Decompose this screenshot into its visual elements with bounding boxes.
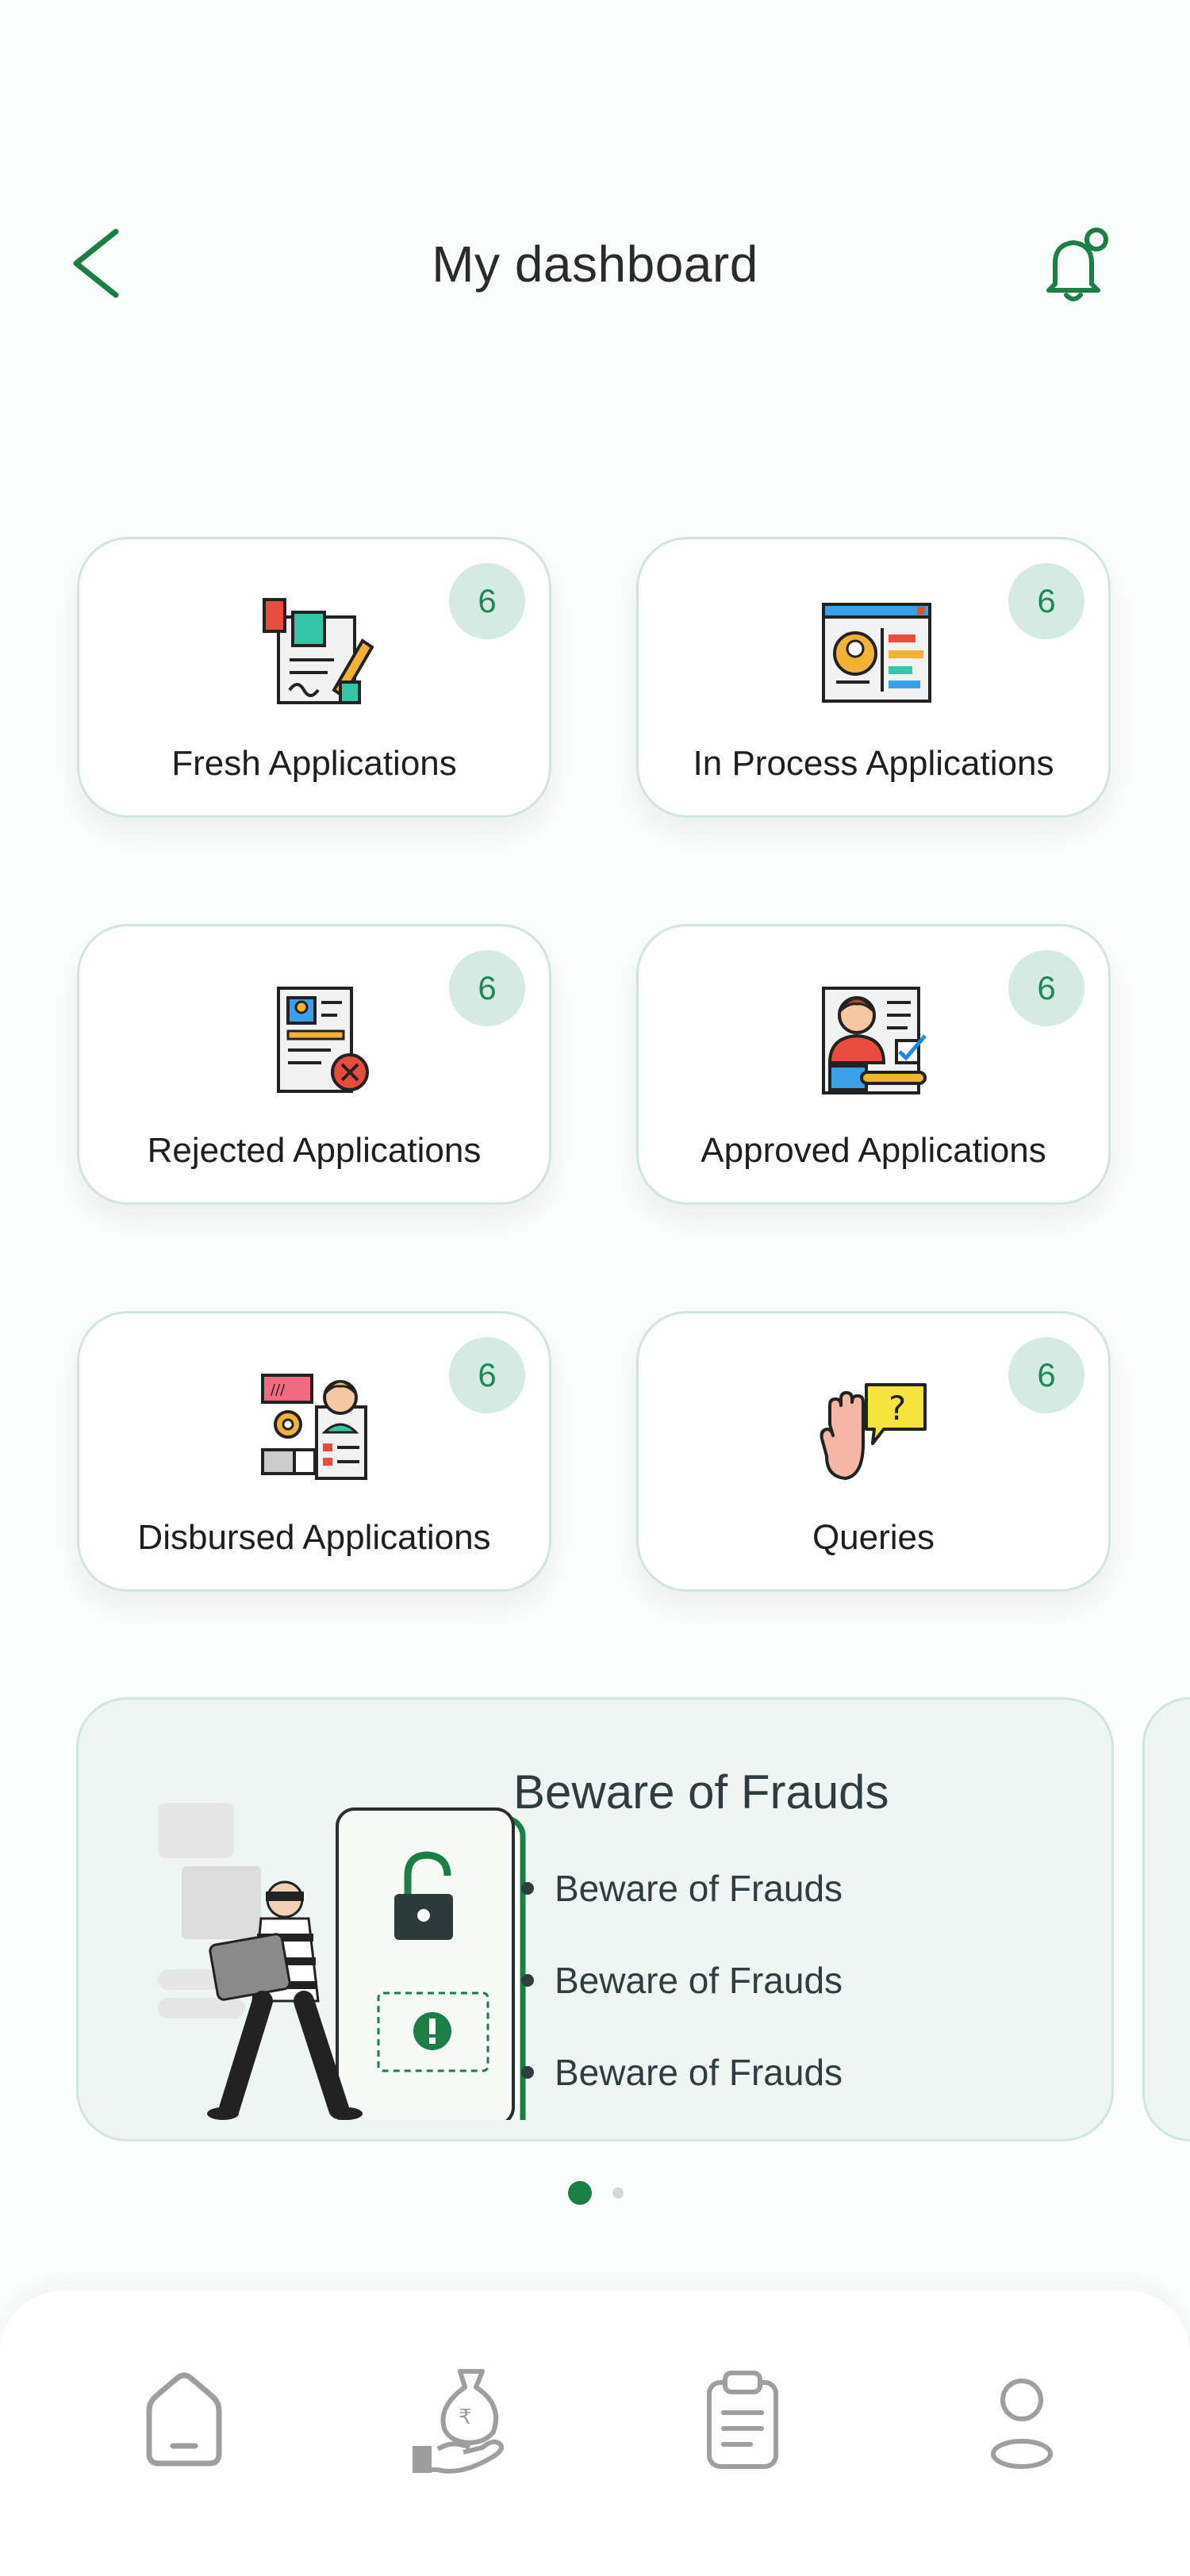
bottom-navigation: ₹ bbox=[0, 2290, 1190, 2576]
carousel-dot[interactable] bbox=[612, 2187, 624, 2198]
svg-text:?: ? bbox=[889, 1389, 906, 1428]
thief-phone-lock-illustration bbox=[158, 1803, 526, 2120]
count-badge: 6 bbox=[449, 950, 525, 1026]
disbursed-profile-icon: /// bbox=[261, 1374, 367, 1480]
card-label: Queries bbox=[812, 1518, 935, 1557]
svg-text:///: /// bbox=[271, 1382, 286, 1398]
count-badge: 6 bbox=[1008, 563, 1084, 639]
count-badge: 6 bbox=[1008, 950, 1084, 1026]
fresh-applications-card[interactable]: 6 Fresh Applications bbox=[77, 537, 551, 818]
card-label: Approved Applications bbox=[701, 1131, 1046, 1170]
next-banner-peek[interactable] bbox=[1142, 1697, 1190, 2141]
banner-point: Beware of Frauds bbox=[513, 1842, 843, 1934]
count-badge: 6 bbox=[1008, 1337, 1084, 1413]
banner-point: Beware of Frauds bbox=[513, 1934, 843, 2026]
in-process-applications-card[interactable]: 6 In Process Applications bbox=[636, 537, 1111, 818]
approved-profile-icon bbox=[822, 987, 927, 1094]
count-badge: 6 bbox=[449, 563, 525, 639]
card-label: Fresh Applications bbox=[171, 744, 457, 783]
profile-progress-icon bbox=[822, 603, 931, 703]
banner-point: Beware of Frauds bbox=[513, 2026, 843, 2118]
card-label: In Process Applications bbox=[693, 744, 1054, 783]
notification-button[interactable] bbox=[1031, 222, 1119, 309]
fraud-alert-banner[interactable]: Beware of Frauds Beware of Frauds Beware… bbox=[76, 1697, 1114, 2141]
page-title: My dashboard bbox=[432, 236, 758, 293]
approved-applications-card[interactable]: 6 Approved Applications bbox=[636, 924, 1111, 1205]
hand-question-icon: ? bbox=[820, 1383, 927, 1480]
profile-icon bbox=[991, 2379, 1053, 2469]
disbursed-applications-card[interactable]: 6 /// Disbursed Applications bbox=[77, 1311, 551, 1592]
card-label: Rejected Applications bbox=[147, 1131, 482, 1170]
loan-money-icon: ₹ bbox=[413, 2369, 505, 2474]
document-sign-icon bbox=[263, 598, 374, 704]
nav-profile[interactable] bbox=[966, 2360, 1077, 2479]
banner-points-list: Beware of Frauds Beware of Frauds Beware… bbox=[513, 1842, 843, 2118]
carousel-dot-active[interactable] bbox=[568, 2181, 592, 2205]
home-icon bbox=[146, 2372, 222, 2467]
nav-applications[interactable] bbox=[687, 2360, 798, 2479]
queries-card[interactable]: 6 ? Queries bbox=[636, 1311, 1111, 1592]
count-badge: 6 bbox=[449, 1337, 525, 1413]
svg-text:₹: ₹ bbox=[459, 2405, 472, 2429]
banner-title: Beware of Frauds bbox=[513, 1765, 889, 1819]
bell-icon bbox=[1046, 228, 1108, 301]
app-header: My dashboard bbox=[0, 0, 1190, 365]
nav-home[interactable] bbox=[129, 2360, 240, 2479]
rejected-applications-card[interactable]: 6 Rejected Applications bbox=[77, 924, 551, 1205]
document-rejected-icon bbox=[277, 987, 369, 1093]
nav-loans[interactable]: ₹ bbox=[406, 2360, 517, 2479]
carousel-indicator bbox=[0, 2179, 1190, 2205]
card-label: Disbursed Applications bbox=[137, 1518, 491, 1557]
clipboard-icon bbox=[707, 2371, 778, 2469]
